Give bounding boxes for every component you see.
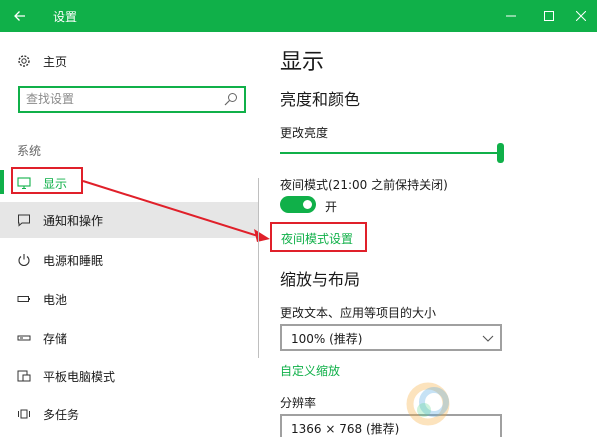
brightness-slider-thumb[interactable] <box>497 143 504 163</box>
section-heading-brightness: 亮度和颜色 <box>280 90 361 109</box>
watermark-logo <box>398 372 597 437</box>
night-mode-state: 开 <box>325 200 338 214</box>
brightness-slider-track[interactable] <box>280 152 500 154</box>
scale-value: 100% (推荐) <box>291 332 363 346</box>
brightness-label: 更改亮度 <box>280 126 329 140</box>
watermark-swirl-icon <box>406 382 450 426</box>
settings-window: 设置 主页 系统 显示 <box>0 0 597 437</box>
toggle-knob <box>303 200 312 209</box>
custom-scale-link[interactable]: 自定义缩放 <box>280 362 340 379</box>
scale-dropdown[interactable]: 100% (推荐) <box>280 324 502 351</box>
night-mode-settings-link[interactable]: 夜间模式设置 <box>281 230 353 247</box>
chevron-down-icon <box>482 335 494 342</box>
pane-divider <box>258 178 259 358</box>
resolution-label: 分辨率 <box>280 396 317 410</box>
night-mode-label: 夜间模式(21:00 之前保持关闭) <box>280 178 448 192</box>
resolution-value: 1366 × 768 (推荐) <box>291 422 400 436</box>
night-mode-toggle[interactable] <box>280 196 316 213</box>
page-title: 显示 <box>280 50 325 75</box>
scale-label: 更改文本、应用等项目的大小 <box>280 306 437 320</box>
section-heading-scale: 缩放与布局 <box>280 270 361 289</box>
